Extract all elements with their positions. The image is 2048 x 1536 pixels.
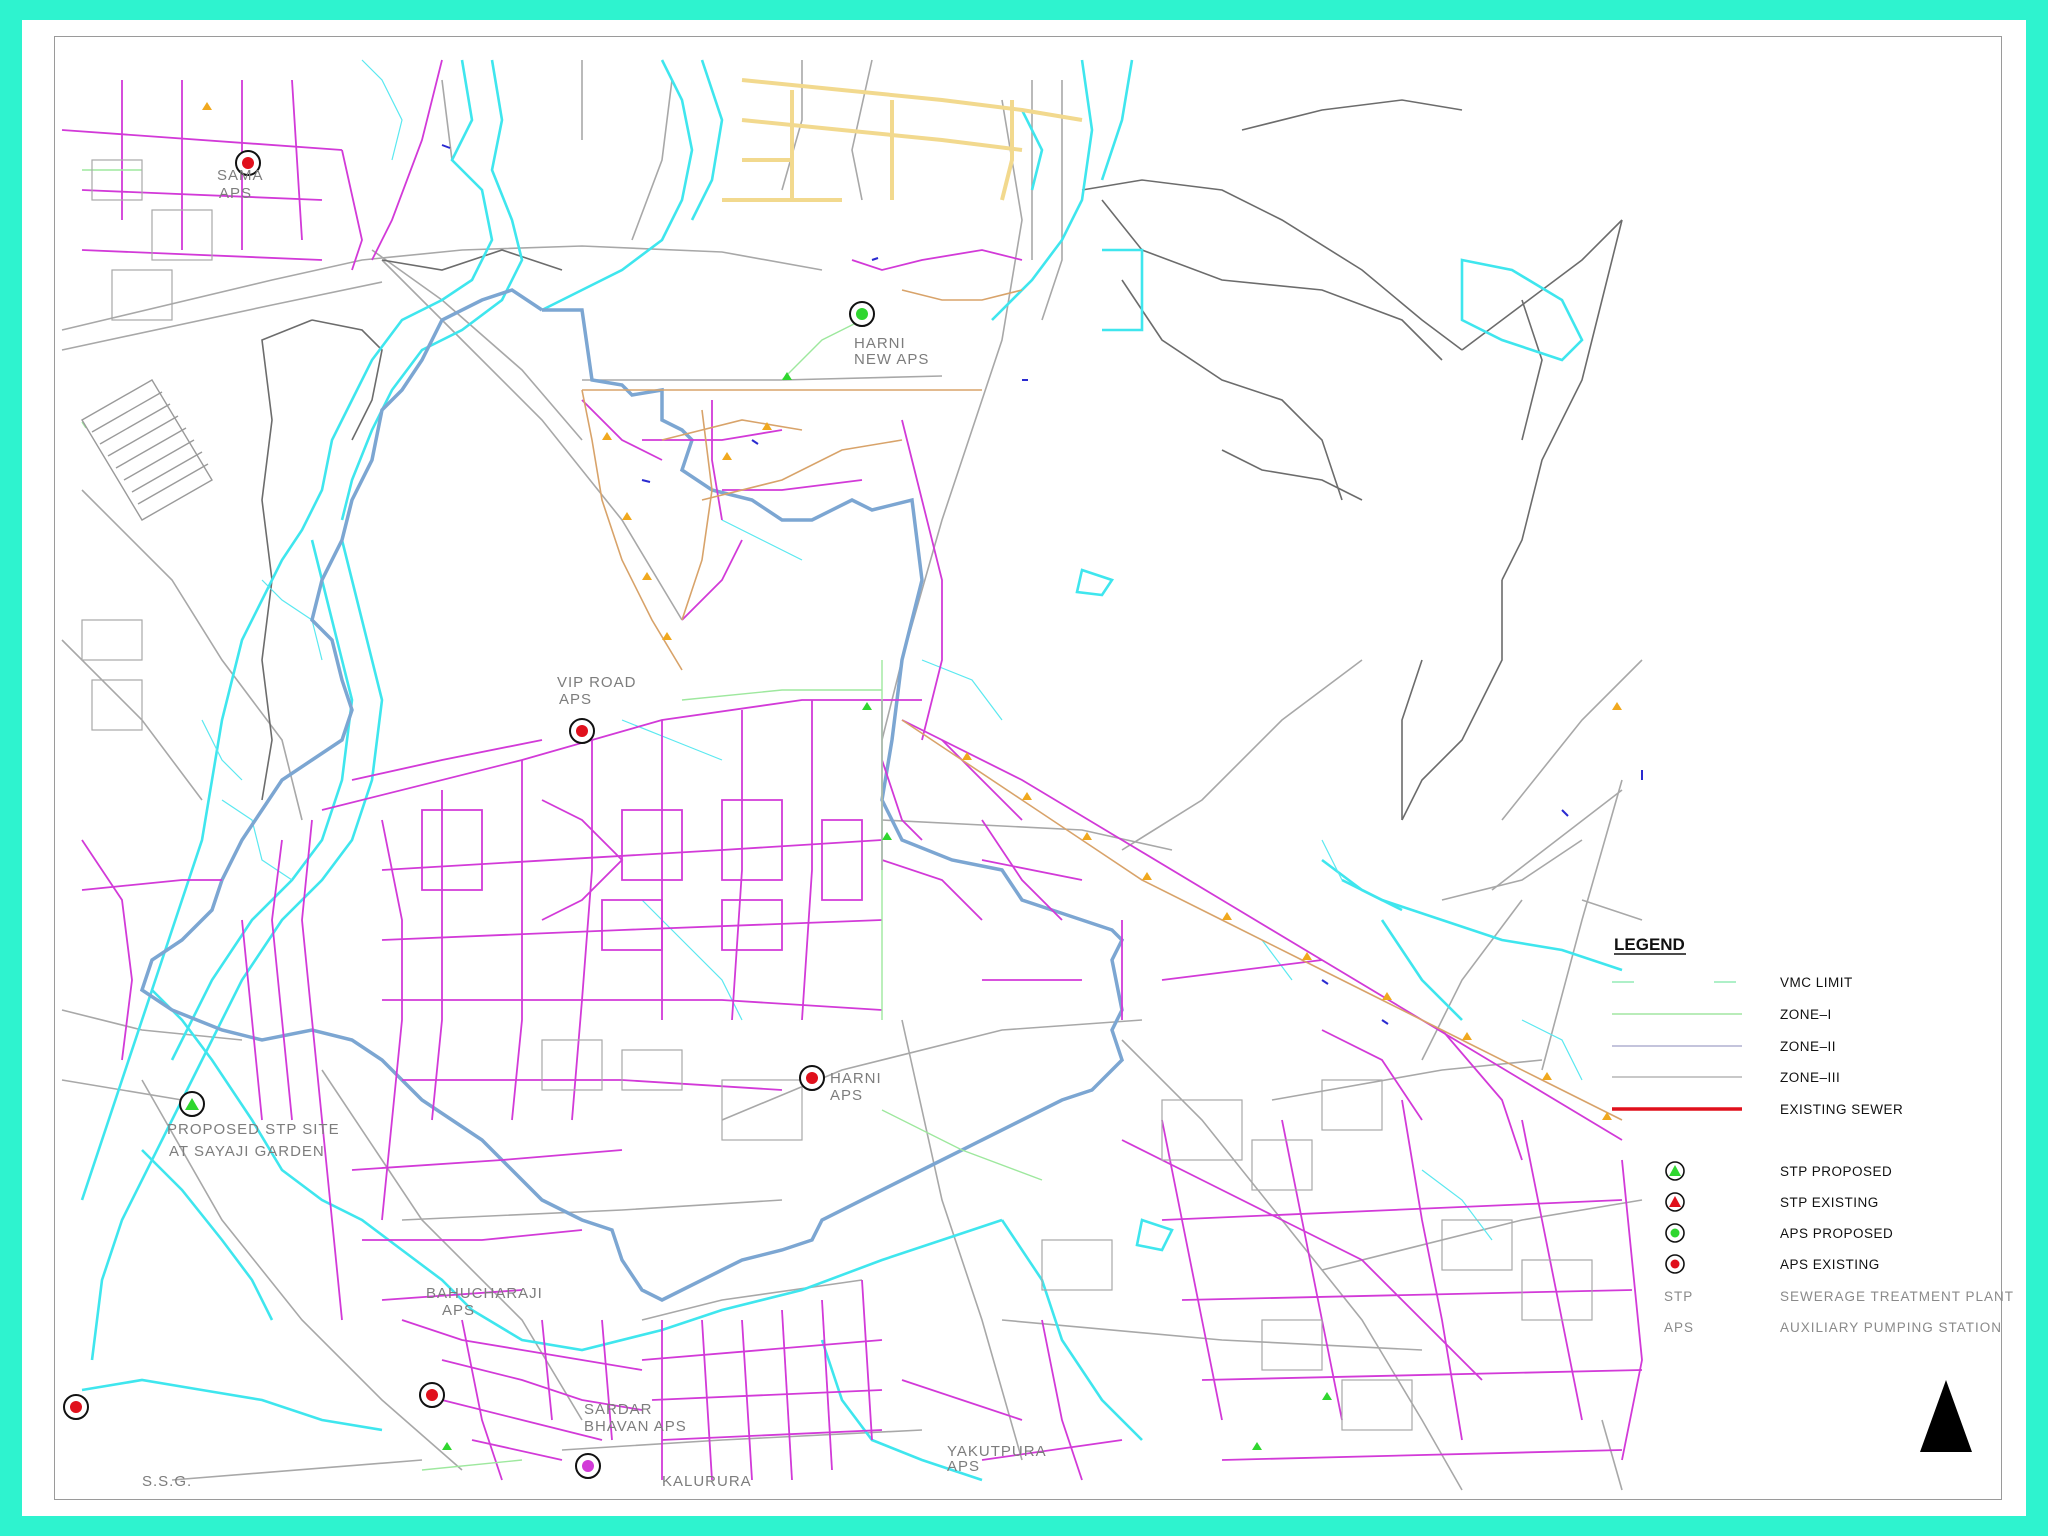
red-dot-icon — [1665, 1254, 1685, 1274]
label-stp-site: PROPOSED STP SITE — [167, 1121, 340, 1138]
red-triangle-icon — [1665, 1192, 1685, 1212]
label-kalurura: KALURURA — [662, 1473, 752, 1490]
legend-title: LEGEND — [1614, 935, 1685, 954]
city-blocks — [81, 159, 1593, 1431]
label-ssg: S.S.G. — [142, 1473, 192, 1490]
aps-harni[interactable] — [799, 1065, 825, 1091]
river — [80, 59, 1623, 1482]
green-triangle-icon — [1665, 1161, 1685, 1181]
proposed-markers — [442, 372, 1332, 1450]
label-vip-road: VIP ROAD — [557, 674, 636, 691]
label-vip-road-aps: APS — [559, 691, 592, 708]
legend-label-zone1: ZONE–I — [1780, 1007, 1832, 1022]
aps-left-edge[interactable] — [63, 1394, 89, 1420]
legend-full-aps: AUXILIARY PUMPING STATION — [1780, 1320, 2002, 1335]
label-harni-new-aps: NEW APS — [854, 351, 929, 368]
road-network — [61, 59, 1643, 1491]
legend-label-stp-proposed: STP PROPOSED — [1780, 1164, 1892, 1179]
legend-label-zone3: ZONE–III — [1780, 1070, 1840, 1085]
north-arrow-icon — [1920, 1380, 1972, 1452]
proposed-routes — [581, 289, 1623, 1121]
legend: LEGEND VMC LIMIT ZONE–I ZONE–II ZONE–III… — [1612, 935, 2014, 1335]
aps-bahucharaji[interactable] — [419, 1382, 445, 1408]
label-yakutpura-aps: APS — [947, 1458, 980, 1475]
stp-proposed-sayaji[interactable] — [179, 1091, 205, 1117]
label-harni: HARNI — [830, 1070, 882, 1087]
green-dot-icon — [1665, 1223, 1685, 1243]
legend-label-stp-existing: STP EXISTING — [1780, 1195, 1879, 1210]
legend-label-aps-proposed: APS PROPOSED — [1780, 1226, 1893, 1241]
label-bahucharaji-aps: APS — [442, 1302, 475, 1319]
label-harni-aps: APS — [830, 1087, 863, 1104]
legend-full-stp: SEWERAGE TREATMENT PLANT — [1780, 1289, 2014, 1304]
streams — [201, 59, 1583, 1241]
label-bahucharaji: BAHUCHARAJI — [426, 1285, 543, 1302]
aps-sardar-bhavan[interactable] — [575, 1453, 601, 1479]
label-sama: SAMA — [217, 167, 264, 184]
sewerage-map: SAMA APS HARNI NEW APS VIP ROAD APS HARN… — [61, 59, 2014, 1491]
legend-label-vmc: VMC LIMIT — [1780, 975, 1853, 990]
aps-harni-new[interactable] — [849, 301, 875, 327]
label-harni-new: HARNI — [854, 335, 906, 352]
zone-outline — [261, 99, 1623, 821]
proposed-sewer — [722, 78, 1083, 202]
label-sardar: SARDAR — [584, 1401, 653, 1418]
label-stp-site-garden: AT SAYAJI GARDEN — [169, 1143, 325, 1160]
label-sardar-aps: BHAVAN APS — [584, 1418, 687, 1435]
legend-label-aps-existing: APS EXISTING — [1780, 1257, 1880, 1272]
legend-abbr-aps: APS — [1664, 1320, 1694, 1335]
legend-label-existing-sewer: EXISTING SEWER — [1780, 1102, 1903, 1117]
legend-abbr-stp: STP — [1664, 1289, 1693, 1304]
legend-label-zone2: ZONE–II — [1780, 1039, 1836, 1054]
aps-vip-road[interactable] — [569, 718, 595, 744]
map-sheet: SAMA APS HARNI NEW APS VIP ROAD APS HARN… — [22, 20, 2026, 1516]
label-sama-aps: APS — [219, 185, 252, 202]
hatched-block — [81, 379, 213, 521]
